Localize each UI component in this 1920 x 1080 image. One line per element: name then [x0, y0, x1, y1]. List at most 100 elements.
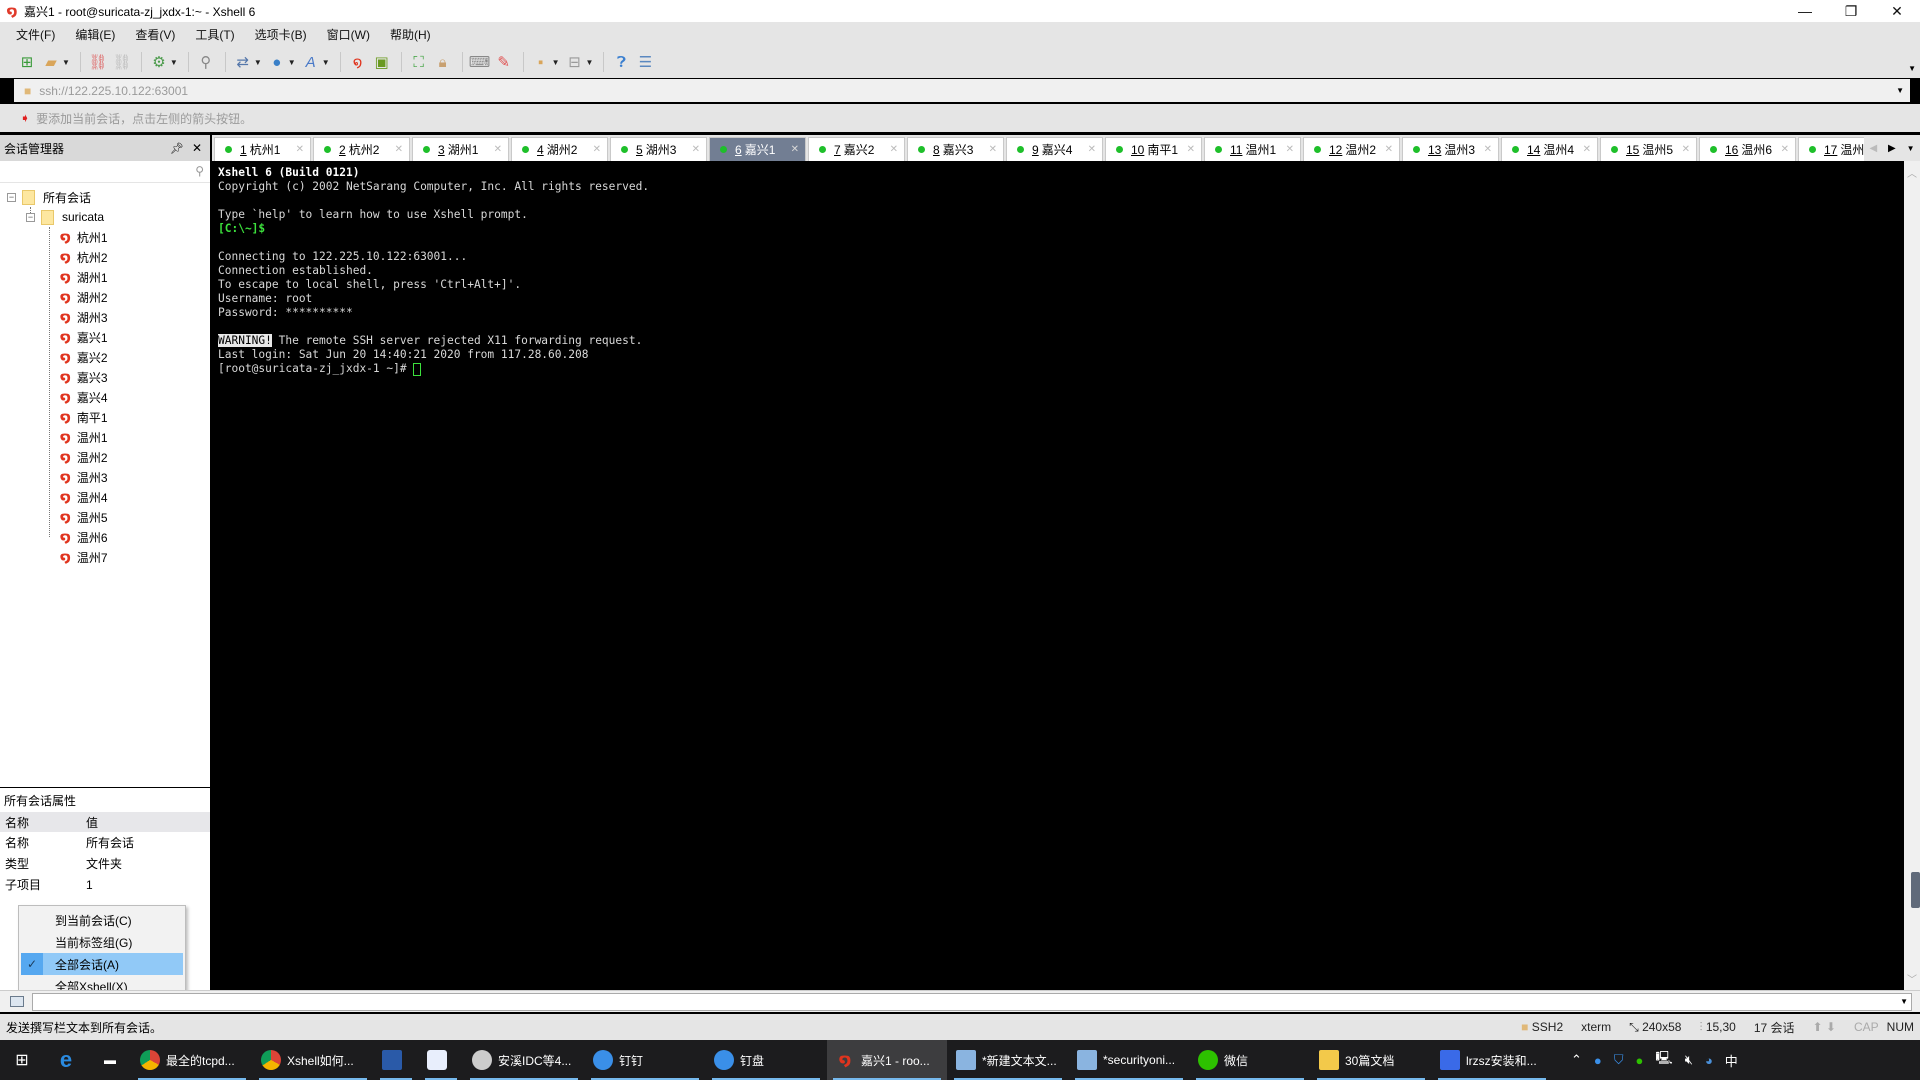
- restore-button[interactable]: ❐: [1828, 0, 1874, 22]
- close-panel-icon[interactable]: ✕: [192, 141, 202, 155]
- menu-tools[interactable]: 工具(T): [193, 24, 236, 45]
- pin-icon[interactable]: 📌︎: [170, 142, 184, 155]
- find-icon[interactable]: ⚲: [195, 51, 217, 73]
- session-tab[interactable]: 16 温州6 ✕: [1699, 137, 1796, 161]
- tab-close-icon[interactable]: ✕: [890, 144, 898, 155]
- tray-security-icon[interactable]: ⛉: [1614, 1052, 1624, 1068]
- tab-close-icon[interactable]: ✕: [593, 144, 601, 155]
- menu-view[interactable]: 查看(V): [133, 24, 177, 45]
- tree-session-item[interactable]: ໑ 南平1: [0, 407, 210, 427]
- highlight-icon[interactable]: ✎: [493, 51, 515, 73]
- session-tab[interactable]: 1 杭州1 ✕: [214, 137, 311, 161]
- taskbar-app[interactable]: Xshell如何...: [253, 1040, 373, 1080]
- open-folder-icon[interactable]: ▰: [40, 51, 62, 73]
- help-icon[interactable]: ❓︎: [610, 51, 632, 73]
- taskbar-app[interactable]: *新建文本文...: [948, 1040, 1068, 1080]
- properties-dropdown-icon[interactable]: ▼: [170, 58, 178, 67]
- session-tab[interactable]: 5 湖州3 ✕: [610, 137, 707, 161]
- tab-close-icon[interactable]: ✕: [1088, 144, 1096, 155]
- menu-edit[interactable]: 编辑(E): [73, 24, 117, 45]
- menu-window[interactable]: 窗口(W): [325, 24, 372, 45]
- tree-folder-suricata[interactable]: − suricata: [0, 207, 210, 227]
- tree-session-item[interactable]: ໑ 嘉兴3: [0, 367, 210, 387]
- taskbar-app[interactable]: 安溪IDC等4...: [464, 1040, 584, 1080]
- tab-close-icon[interactable]: ✕: [395, 144, 403, 155]
- transfer-dropdown-icon[interactable]: ▼: [254, 58, 262, 67]
- menu-file[interactable]: 文件(F): [14, 24, 57, 45]
- compose-target-option[interactable]: ✓ 全部会话(A): [21, 953, 183, 975]
- tray-app-icon[interactable]: ◕: [1705, 1053, 1713, 1068]
- globe-icon[interactable]: ●: [266, 51, 288, 73]
- session-search-input[interactable]: [4, 161, 184, 181]
- tray-ime-indicator[interactable]: 中: [1725, 1051, 1738, 1070]
- taskbar-app[interactable]: [374, 1040, 418, 1080]
- properties-icon[interactable]: ⚙: [148, 51, 170, 73]
- reconnect-icon[interactable]: ⛓: [87, 51, 109, 73]
- tab-close-icon[interactable]: ✕: [1187, 144, 1195, 155]
- tab-close-icon[interactable]: ✕: [1583, 144, 1591, 155]
- minimize-button[interactable]: —: [1782, 0, 1828, 22]
- font-icon[interactable]: A: [300, 51, 322, 73]
- globe-dropdown-icon[interactable]: ▼: [288, 58, 296, 67]
- tree-session-item[interactable]: ໑ 湖州3: [0, 307, 210, 327]
- scrollbar-grip[interactable]: [1911, 872, 1920, 908]
- tree-session-item[interactable]: ໑ 温州7: [0, 547, 210, 567]
- xshell-icon[interactable]: ໑: [347, 51, 369, 73]
- tree-session-item[interactable]: ໑ 嘉兴2: [0, 347, 210, 367]
- layout-dropdown-icon[interactable]: ▼: [586, 58, 594, 67]
- edge-icon[interactable]: e: [44, 1040, 88, 1080]
- keyboard-icon[interactable]: ⌨: [469, 51, 491, 73]
- tab-scroll-left-icon[interactable]: ◀: [1869, 143, 1877, 154]
- session-tab[interactable]: 15 温州5 ✕: [1600, 137, 1697, 161]
- address-value[interactable]: ssh://122.225.10.122:63001: [39, 84, 188, 98]
- tree-session-item[interactable]: ໑ 嘉兴4: [0, 387, 210, 407]
- taskbar-app[interactable]: 30篇文档: [1311, 1040, 1431, 1080]
- toolbar-overflow-icon[interactable]: ▼: [1908, 64, 1916, 73]
- tab-close-icon[interactable]: ✕: [494, 144, 502, 155]
- cmd-icon[interactable]: ▬: [88, 1040, 132, 1080]
- windows-start-icon[interactable]: ⊞: [0, 1040, 44, 1080]
- xftp-icon[interactable]: ▣: [371, 51, 393, 73]
- taskbar-app[interactable]: [419, 1040, 463, 1080]
- layout-icon[interactable]: ⊟: [564, 51, 586, 73]
- compose-dropdown-icon[interactable]: ▼: [1900, 997, 1908, 1006]
- session-tab[interactable]: 7 嘉兴2 ✕: [808, 137, 905, 161]
- tab-list-dropdown-icon[interactable]: ▼: [1907, 144, 1915, 153]
- session-tab[interactable]: 4 湖州2 ✕: [511, 137, 608, 161]
- tray-wechat-icon[interactable]: ●: [1636, 1053, 1644, 1068]
- font-dropdown-icon[interactable]: ▼: [322, 58, 330, 67]
- session-tab[interactable]: 13 温州3 ✕: [1402, 137, 1499, 161]
- fullscreen-icon[interactable]: ⛶: [408, 51, 430, 73]
- tree-session-item[interactable]: ໑ 嘉兴1: [0, 327, 210, 347]
- address-bar[interactable]: ■ ssh://122.225.10.122:63001 ▼: [14, 79, 1910, 102]
- taskbar-app[interactable]: 钉盘: [706, 1040, 826, 1080]
- session-tab[interactable]: 11 温州1 ✕: [1204, 137, 1301, 161]
- open-dropdown-icon[interactable]: ▼: [62, 58, 70, 67]
- new-folder-dropdown-icon[interactable]: ▼: [552, 58, 560, 67]
- tab-close-icon[interactable]: ✕: [1781, 144, 1789, 155]
- session-tab[interactable]: 3 湖州1 ✕: [412, 137, 509, 161]
- scroll-up-icon[interactable]: ︿: [1907, 165, 1917, 180]
- disconnect-icon[interactable]: ⛓: [111, 51, 133, 73]
- tree-session-item[interactable]: ໑ 温州3: [0, 467, 210, 487]
- tray-volume-muted-icon[interactable]: 🔇︎: [1685, 1052, 1693, 1068]
- tab-close-icon[interactable]: ✕: [791, 144, 799, 155]
- compose-input[interactable]: [32, 992, 1912, 1011]
- tray-expand-icon[interactable]: ⌃: [1571, 1052, 1582, 1068]
- session-tab[interactable]: 12 温州2 ✕: [1303, 137, 1400, 161]
- taskbar-app[interactable]: 微信: [1190, 1040, 1310, 1080]
- tree-session-item[interactable]: ໑ 湖州1: [0, 267, 210, 287]
- tab-close-icon[interactable]: ✕: [1682, 144, 1690, 155]
- tree-session-item[interactable]: ໑ 杭州2: [0, 247, 210, 267]
- compose-target-option[interactable]: 到当前会话(C): [21, 909, 183, 931]
- compose-target-icon[interactable]: [10, 996, 24, 1007]
- tab-close-icon[interactable]: ✕: [989, 144, 997, 155]
- search-icon[interactable]: ⚲: [195, 164, 204, 178]
- new-session-icon[interactable]: ⊞: [16, 51, 38, 73]
- taskbar-app[interactable]: lrzsz安装和...: [1432, 1040, 1552, 1080]
- tab-close-icon[interactable]: ✕: [1286, 144, 1294, 155]
- tree-session-item[interactable]: ໑ 温州5: [0, 507, 210, 527]
- session-tab[interactable]: 14 温州4 ✕: [1501, 137, 1598, 161]
- collapse-icon[interactable]: −: [7, 192, 16, 202]
- tree-session-item[interactable]: ໑ 温州4: [0, 487, 210, 507]
